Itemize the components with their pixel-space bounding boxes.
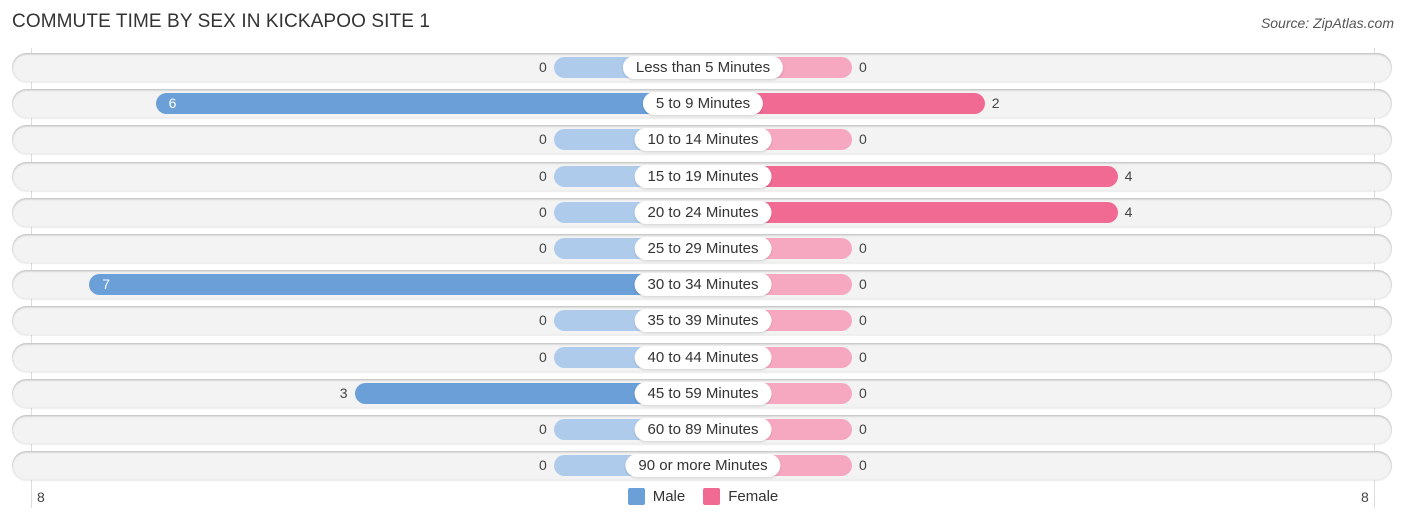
category-label: 60 to 89 Minutes (634, 418, 772, 441)
value-label-male: 0 (539, 349, 547, 365)
value-label-male: 0 (539, 168, 547, 184)
value-label-male: 6 (168, 95, 177, 111)
legend: Male Female (0, 488, 1406, 505)
value-label-female: 4 (1124, 204, 1133, 220)
value-label-female: 4 (1124, 168, 1133, 184)
category-label: 45 to 59 Minutes (634, 382, 772, 405)
value-label-male: 0 (539, 204, 547, 220)
value-label-male: 7 (102, 276, 110, 292)
value-label-female: 0 (859, 457, 867, 473)
bar-male[interactable] (89, 274, 703, 295)
legend-swatch-female (703, 488, 721, 505)
value-label-female: 0 (859, 276, 867, 292)
value-label-female: 0 (859, 59, 867, 75)
category-label: 30 to 34 Minutes (634, 273, 772, 296)
value-label-female: 0 (859, 312, 867, 328)
category-label: 20 to 24 Minutes (634, 201, 772, 224)
value-label-female: 0 (859, 421, 867, 437)
category-label: 10 to 14 Minutes (634, 128, 772, 151)
legend-swatch-male (627, 488, 645, 505)
value-label-male: 0 (539, 59, 547, 75)
chart-title: COMMUTE TIME BY SEX IN KICKAPOO SITE 1 (12, 11, 431, 32)
value-label-male: 0 (539, 312, 547, 328)
category-label: 25 to 29 Minutes (634, 237, 772, 260)
value-label-female: 0 (859, 385, 867, 401)
value-label-female: 2 (991, 95, 1000, 111)
bar-male[interactable] (155, 93, 703, 114)
category-label: 5 to 9 Minutes (642, 92, 764, 115)
source-label: Source: ZipAtlas.com (1260, 15, 1394, 31)
category-label: 90 or more Minutes (625, 454, 781, 477)
value-label-female: 0 (859, 131, 867, 147)
category-label: 40 to 44 Minutes (634, 346, 772, 369)
value-label-female: 0 (859, 240, 867, 256)
value-label-male: 0 (539, 421, 547, 437)
legend-label-male: Male (652, 488, 686, 505)
legend-item-female[interactable]: Female (703, 488, 778, 505)
category-label: 35 to 39 Minutes (634, 309, 772, 332)
legend-item-male[interactable]: Male (627, 488, 686, 505)
value-label-male: 0 (539, 240, 547, 256)
value-label-female: 0 (859, 349, 867, 365)
category-label: Less than 5 Minutes (622, 56, 784, 79)
value-label-male: 0 (539, 457, 547, 473)
value-label-male: 0 (539, 131, 547, 147)
category-label: 15 to 19 Minutes (634, 165, 772, 188)
legend-label-female: Female (728, 488, 779, 505)
value-label-male: 3 (339, 385, 348, 401)
